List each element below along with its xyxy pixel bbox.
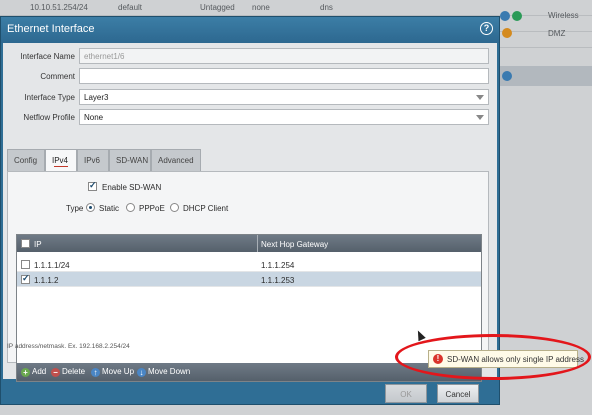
type-pppoe-radio[interactable] [126, 203, 135, 212]
ok-button[interactable]: OK [385, 384, 427, 403]
interface-name-field: ethernet1/6 [79, 48, 489, 64]
tab-sd-wan[interactable]: SD-WAN [109, 149, 151, 171]
tab-advanced[interactable]: Advanced [151, 149, 201, 171]
active-tab-underline [54, 166, 68, 167]
delete-label: Delete [62, 367, 86, 376]
row-checkbox[interactable] [21, 273, 30, 284]
tab-label: IPv4 [52, 156, 69, 165]
type-label: Type [66, 204, 84, 213]
enable-sd-wan-checkbox[interactable] [88, 180, 97, 191]
ethernet-interface-dialog: Ethernet Interface ? Interface Name ethe… [0, 16, 500, 405]
zone-label: Wireless [548, 11, 579, 20]
move-up-label: Move Up [102, 367, 135, 376]
enable-sd-wan-label: Enable SD-WAN [102, 183, 162, 192]
dialog-title-bar[interactable]: Ethernet Interface ? [1, 17, 499, 43]
ip-cell: 1.1.1.2 [34, 276, 59, 285]
netflow-profile-label: Netflow Profile [23, 113, 75, 122]
delete-button[interactable]: − Delete [51, 367, 85, 377]
add-label: Add [32, 367, 47, 376]
interface-name-label: Interface Name [20, 52, 75, 61]
ip-cell: 1.1.1.1/24 [34, 261, 70, 270]
error-icon: ! [433, 354, 443, 364]
interface-type-select[interactable]: Layer3 [79, 89, 489, 105]
type-pppoe-label: PPPoE [139, 204, 165, 213]
type-static-radio[interactable] [86, 203, 95, 212]
tab-ipv6[interactable]: IPv6 [77, 149, 109, 171]
table-row[interactable]: 1.1.1.1/24 1.1.1.254 [17, 257, 481, 272]
tab-label: SD-WAN [116, 156, 149, 165]
arrow-up-icon: ↑ [91, 368, 100, 377]
help-icon[interactable]: ? [480, 22, 493, 35]
cancel-button[interactable]: Cancel [437, 384, 479, 403]
interface-name-row: Interface Name ethernet1/6 [3, 48, 497, 65]
ip-address-grid: IP Next Hop Gateway 1.1.1.1/24 1.1.1.254… [16, 234, 482, 382]
netflow-profile-select[interactable]: None [79, 109, 489, 125]
select-all-checkbox[interactable] [21, 239, 30, 248]
interface-type-label: Interface Type [24, 93, 75, 102]
tab-ipv4[interactable]: IPv4 [45, 149, 77, 171]
dialog-footer: OK Cancel [3, 381, 497, 405]
comment-input[interactable] [79, 68, 489, 84]
move-down-label: Move Down [148, 367, 191, 376]
background-cell: Untagged [200, 3, 235, 12]
move-up-button[interactable]: ↑ Move Up [91, 367, 134, 377]
netflow-profile-row: Netflow Profile None [3, 109, 497, 126]
column-separator[interactable] [257, 235, 258, 252]
gateway-cell: 1.1.1.253 [261, 276, 295, 285]
background-cell: none [252, 3, 270, 12]
chevron-down-icon [476, 95, 484, 100]
ip-format-hint: IP address/netmask. Ex. 192.168.2.254/24 [7, 343, 130, 350]
zone-label: DMZ [548, 29, 566, 38]
chevron-down-icon [476, 115, 484, 120]
comment-row: Comment [3, 68, 497, 85]
background-cell: dns [320, 3, 333, 12]
globe-icon [512, 11, 522, 21]
grid-header: IP Next Hop Gateway [17, 235, 481, 252]
netflow-profile-value: None [84, 113, 104, 122]
type-static-label: Static [99, 204, 120, 213]
background-cell: 10.10.51.254/24 [30, 3, 88, 12]
interface-type-row: Interface Type Layer3 [3, 89, 497, 106]
tab-config[interactable]: Config [7, 149, 45, 171]
add-icon: + [21, 368, 30, 377]
delete-icon: − [51, 368, 60, 377]
type-dhcp-client-radio[interactable] [170, 203, 179, 212]
move-down-button[interactable]: ↓ Move Down [137, 367, 190, 377]
grid-toolbar: + Add − Delete ↑ Move Up ↓ Move Down [17, 363, 481, 381]
tab-label: Config [14, 156, 38, 165]
add-button[interactable]: + Add [21, 367, 46, 377]
column-header-ip[interactable]: IP [34, 240, 42, 249]
error-tooltip: ! SD-WAN allows only single IP address [428, 350, 584, 368]
interface-type-value: Layer3 [84, 93, 109, 102]
arrow-down-icon: ↓ [137, 368, 146, 377]
globe-icon [502, 71, 512, 81]
tab-label: IPv6 [84, 156, 101, 165]
gateway-cell: 1.1.1.254 [261, 261, 295, 270]
tab-label: Advanced [158, 156, 194, 165]
error-message: SD-WAN allows only single IP address [447, 355, 584, 364]
row-checkbox[interactable] [21, 260, 30, 269]
background-cell: default [118, 3, 143, 12]
dialog-body: Interface Name ethernet1/6 Comment Inter… [3, 43, 497, 382]
person-icon [502, 28, 512, 38]
type-dhcp-client-label: DHCP Client [183, 204, 229, 213]
column-header-next-hop-gateway[interactable]: Next Hop Gateway [261, 240, 328, 249]
dialog-title: Ethernet Interface [7, 23, 95, 35]
comment-label: Comment [40, 72, 75, 81]
table-row[interactable]: 1.1.1.2 1.1.1.253 [17, 272, 481, 287]
globe-icon [500, 11, 510, 21]
